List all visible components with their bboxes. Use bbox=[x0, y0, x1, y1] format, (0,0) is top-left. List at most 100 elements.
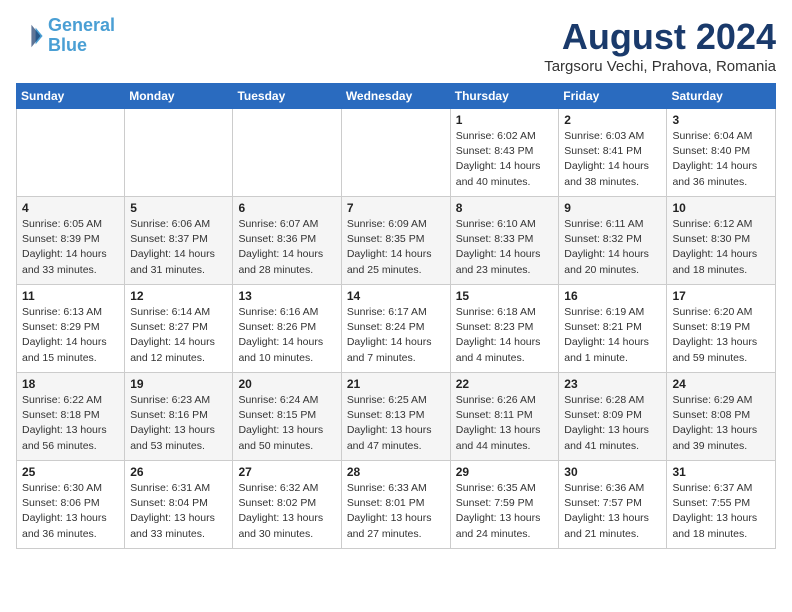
day-number: 11 bbox=[22, 289, 119, 303]
day-number: 24 bbox=[672, 377, 770, 391]
calendar-cell bbox=[125, 109, 233, 197]
week-row-2: 4 Sunrise: 6:05 AM Sunset: 8:39 PM Daylig… bbox=[17, 197, 776, 285]
weekday-header-row: SundayMondayTuesdayWednesdayThursdayFrid… bbox=[17, 84, 776, 109]
day-number: 2 bbox=[564, 113, 661, 127]
calendar-cell: 8 Sunrise: 6:10 AM Sunset: 8:33 PM Daylig… bbox=[450, 197, 559, 285]
calendar-cell: 6 Sunrise: 6:07 AM Sunset: 8:36 PM Daylig… bbox=[233, 197, 341, 285]
day-info: Sunrise: 6:06 AM Sunset: 8:37 PM Dayligh… bbox=[130, 217, 227, 278]
day-info: Sunrise: 6:14 AM Sunset: 8:27 PM Dayligh… bbox=[130, 305, 227, 366]
calendar-cell bbox=[341, 109, 450, 197]
week-row-4: 18 Sunrise: 6:22 AM Sunset: 8:18 PM Dayli… bbox=[17, 373, 776, 461]
calendar-cell: 28 Sunrise: 6:33 AM Sunset: 8:01 PM Dayli… bbox=[341, 461, 450, 549]
calendar-cell: 26Sunrise: 6:31 AM Sunset: 8:04 PM Dayli… bbox=[125, 461, 233, 549]
day-number: 26 bbox=[130, 465, 227, 479]
day-info: Sunrise: 6:33 AM Sunset: 8:01 PM Dayligh… bbox=[347, 481, 445, 542]
day-info: Sunrise: 6:29 AM Sunset: 8:08 PM Dayligh… bbox=[672, 393, 770, 454]
day-info: Sunrise: 6:37 AM Sunset: 7:55 PM Dayligh… bbox=[672, 481, 770, 542]
day-number: 12 bbox=[130, 289, 227, 303]
weekday-header-thursday: Thursday bbox=[450, 84, 559, 109]
day-number: 28 bbox=[347, 465, 445, 479]
day-info: Sunrise: 6:25 AM Sunset: 8:13 PM Dayligh… bbox=[347, 393, 445, 454]
day-number: 25 bbox=[22, 465, 119, 479]
day-info: Sunrise: 6:12 AM Sunset: 8:30 PM Dayligh… bbox=[672, 217, 770, 278]
day-number: 15 bbox=[456, 289, 554, 303]
day-number: 30 bbox=[564, 465, 661, 479]
calendar-cell: 29Sunrise: 6:35 AM Sunset: 7:59 PM Dayli… bbox=[450, 461, 559, 549]
day-info: Sunrise: 6:04 AM Sunset: 8:40 PM Dayligh… bbox=[672, 129, 770, 190]
day-info: Sunrise: 6:05 AM Sunset: 8:39 PM Dayligh… bbox=[22, 217, 119, 278]
calendar-cell: 1 Sunrise: 6:02 AM Sunset: 8:43 PM Daylig… bbox=[450, 109, 559, 197]
calendar-cell: 2 Sunrise: 6:03 AM Sunset: 8:41 PM Daylig… bbox=[559, 109, 667, 197]
day-info: Sunrise: 6:28 AM Sunset: 8:09 PM Dayligh… bbox=[564, 393, 661, 454]
calendar-cell: 27 Sunrise: 6:32 AM Sunset: 8:02 PM Dayli… bbox=[233, 461, 341, 549]
calendar-cell: 31 Sunrise: 6:37 AM Sunset: 7:55 PM Dayli… bbox=[667, 461, 776, 549]
week-row-3: 11 Sunrise: 6:13 AM Sunset: 8:29 PM Dayli… bbox=[17, 285, 776, 373]
calendar-cell: 20Sunrise: 6:24 AM Sunset: 8:15 PM Dayli… bbox=[233, 373, 341, 461]
calendar-cell: 17 Sunrise: 6:20 AM Sunset: 8:19 PM Dayli… bbox=[667, 285, 776, 373]
day-number: 18 bbox=[22, 377, 119, 391]
day-info: Sunrise: 6:17 AM Sunset: 8:24 PM Dayligh… bbox=[347, 305, 445, 366]
calendar-cell: 9Sunrise: 6:11 AM Sunset: 8:32 PM Daylig… bbox=[559, 197, 667, 285]
day-number: 1 bbox=[456, 113, 554, 127]
day-number: 6 bbox=[238, 201, 335, 215]
calendar-cell: 23 Sunrise: 6:28 AM Sunset: 8:09 PM Dayli… bbox=[559, 373, 667, 461]
calendar-cell: 10 Sunrise: 6:12 AM Sunset: 8:30 PM Dayli… bbox=[667, 197, 776, 285]
day-number: 7 bbox=[347, 201, 445, 215]
day-info: Sunrise: 6:36 AM Sunset: 7:57 PM Dayligh… bbox=[564, 481, 661, 542]
weekday-header-tuesday: Tuesday bbox=[233, 84, 341, 109]
day-info: Sunrise: 6:23 AM Sunset: 8:16 PM Dayligh… bbox=[130, 393, 227, 454]
day-number: 8 bbox=[456, 201, 554, 215]
day-info: Sunrise: 6:07 AM Sunset: 8:36 PM Dayligh… bbox=[238, 217, 335, 278]
calendar-cell bbox=[17, 109, 125, 197]
calendar-cell: 15 Sunrise: 6:18 AM Sunset: 8:23 PM Dayli… bbox=[450, 285, 559, 373]
page-header: General Blue August 2024 Targsoru Vechi,… bbox=[16, 16, 776, 75]
day-number: 4 bbox=[22, 201, 119, 215]
weekday-header-sunday: Sunday bbox=[17, 84, 125, 109]
day-number: 22 bbox=[456, 377, 554, 391]
day-number: 31 bbox=[672, 465, 770, 479]
calendar-cell: 30 Sunrise: 6:36 AM Sunset: 7:57 PM Dayli… bbox=[559, 461, 667, 549]
day-number: 16 bbox=[564, 289, 661, 303]
calendar-cell: 21 Sunrise: 6:25 AM Sunset: 8:13 PM Dayli… bbox=[341, 373, 450, 461]
weekday-header-saturday: Saturday bbox=[667, 84, 776, 109]
day-info: Sunrise: 6:20 AM Sunset: 8:19 PM Dayligh… bbox=[672, 305, 770, 366]
day-number: 27 bbox=[238, 465, 335, 479]
calendar-cell: 12 Sunrise: 6:14 AM Sunset: 8:27 PM Dayli… bbox=[125, 285, 233, 373]
day-number: 14 bbox=[347, 289, 445, 303]
day-info: Sunrise: 6:30 AM Sunset: 8:06 PM Dayligh… bbox=[22, 481, 119, 542]
day-info: Sunrise: 6:02 AM Sunset: 8:43 PM Dayligh… bbox=[456, 129, 554, 190]
day-info: Sunrise: 6:35 AM Sunset: 7:59 PM Dayligh… bbox=[456, 481, 554, 542]
weekday-header-wednesday: Wednesday bbox=[341, 84, 450, 109]
calendar-cell: 7Sunrise: 6:09 AM Sunset: 8:35 PM Daylig… bbox=[341, 197, 450, 285]
day-info: Sunrise: 6:22 AM Sunset: 8:18 PM Dayligh… bbox=[22, 393, 119, 454]
calendar-cell bbox=[233, 109, 341, 197]
day-number: 23 bbox=[564, 377, 661, 391]
day-info: Sunrise: 6:18 AM Sunset: 8:23 PM Dayligh… bbox=[456, 305, 554, 366]
day-info: Sunrise: 6:26 AM Sunset: 8:11 PM Dayligh… bbox=[456, 393, 554, 454]
day-number: 17 bbox=[672, 289, 770, 303]
calendar-cell: 3Sunrise: 6:04 AM Sunset: 8:40 PM Daylig… bbox=[667, 109, 776, 197]
day-info: Sunrise: 6:32 AM Sunset: 8:02 PM Dayligh… bbox=[238, 481, 335, 542]
day-info: Sunrise: 6:13 AM Sunset: 8:29 PM Dayligh… bbox=[22, 305, 119, 366]
calendar-cell: 5 Sunrise: 6:06 AM Sunset: 8:37 PM Daylig… bbox=[125, 197, 233, 285]
calendar-cell: 18 Sunrise: 6:22 AM Sunset: 8:18 PM Dayli… bbox=[17, 373, 125, 461]
day-number: 21 bbox=[347, 377, 445, 391]
calendar-cell: 19 Sunrise: 6:23 AM Sunset: 8:16 PM Dayli… bbox=[125, 373, 233, 461]
day-number: 19 bbox=[130, 377, 227, 391]
day-number: 5 bbox=[130, 201, 227, 215]
week-row-5: 25 Sunrise: 6:30 AM Sunset: 8:06 PM Dayli… bbox=[17, 461, 776, 549]
day-number: 10 bbox=[672, 201, 770, 215]
calendar-table: SundayMondayTuesdayWednesdayThursdayFrid… bbox=[16, 83, 776, 549]
day-info: Sunrise: 6:03 AM Sunset: 8:41 PM Dayligh… bbox=[564, 129, 661, 190]
calendar-cell: 24 Sunrise: 6:29 AM Sunset: 8:08 PM Dayli… bbox=[667, 373, 776, 461]
logo-icon bbox=[16, 22, 44, 50]
day-number: 9 bbox=[564, 201, 661, 215]
calendar-cell: 13Sunrise: 6:16 AM Sunset: 8:26 PM Dayli… bbox=[233, 285, 341, 373]
calendar-cell: 14 Sunrise: 6:17 AM Sunset: 8:24 PM Dayli… bbox=[341, 285, 450, 373]
day-number: 13 bbox=[238, 289, 335, 303]
calendar-cell: 4 Sunrise: 6:05 AM Sunset: 8:39 PM Daylig… bbox=[17, 197, 125, 285]
month-year-title: August 2024 bbox=[544, 16, 776, 58]
calendar-cell: 25 Sunrise: 6:30 AM Sunset: 8:06 PM Dayli… bbox=[17, 461, 125, 549]
location-title: Targsoru Vechi, Prahova, Romania bbox=[544, 58, 776, 75]
day-info: Sunrise: 6:10 AM Sunset: 8:33 PM Dayligh… bbox=[456, 217, 554, 278]
